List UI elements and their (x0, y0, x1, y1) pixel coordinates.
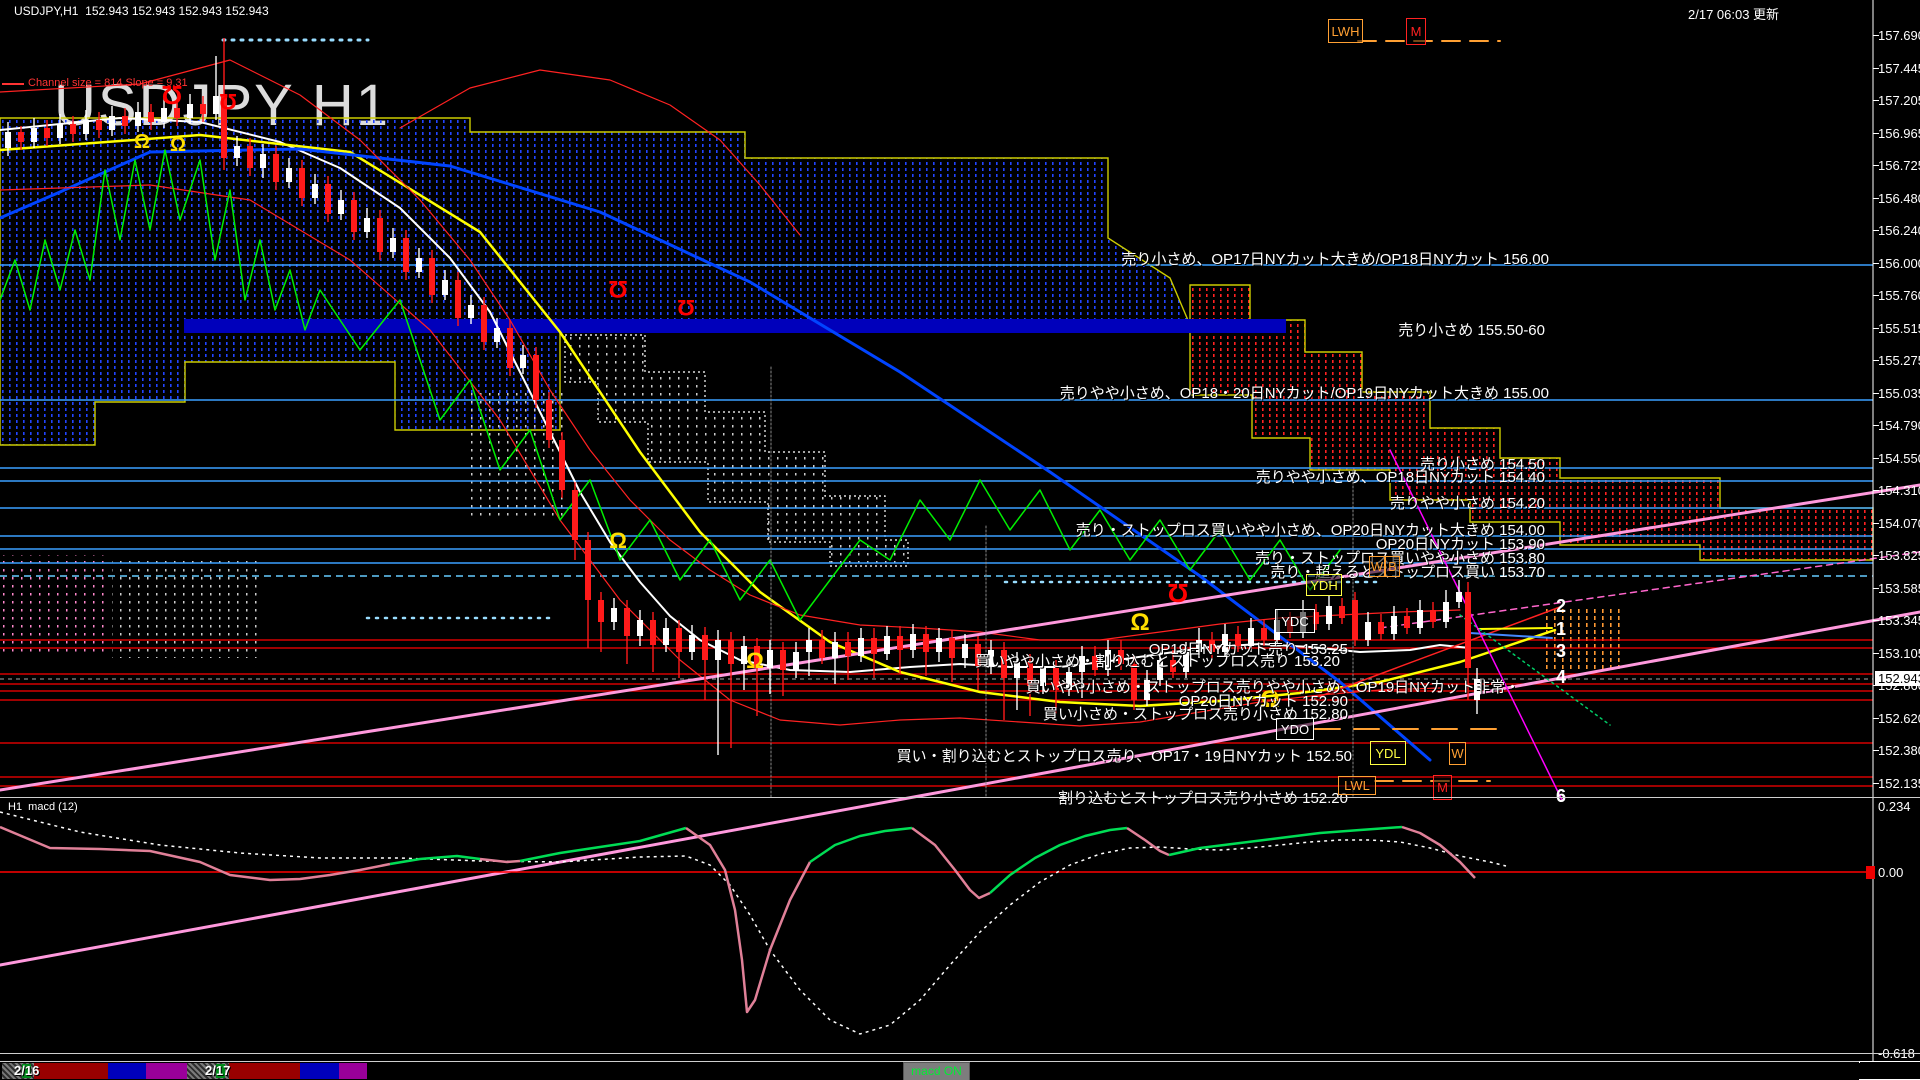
price-annotation: 売りやや小さめ、OP18・20日NYカット/OP19日NYカット大きめ 155.… (1060, 382, 1549, 403)
price-axis-tick (1873, 165, 1879, 166)
price-axis-tick (1873, 620, 1879, 621)
price-axis-label: 156.240 (1878, 223, 1920, 238)
channel-line-number: 4 (1556, 667, 1566, 688)
timeline-date-label: 2/16 (14, 1063, 39, 1078)
price-axis-tick (1873, 198, 1879, 199)
price-axis-label: 157.445 (1878, 61, 1920, 76)
timeline-segment (34, 1063, 108, 1079)
timeline-segment (300, 1063, 339, 1079)
marker-box-ydh[interactable]: YDH (1306, 574, 1342, 596)
marker-box-m[interactable]: M (1406, 18, 1426, 45)
channel-line-number: 3 (1556, 641, 1566, 662)
marker-box-ydl[interactable]: YDL (1370, 741, 1406, 765)
svg-text:Ω: Ω (1130, 609, 1149, 636)
price-axis-tick (1873, 230, 1879, 231)
macd-axis-label: 0.00 (1878, 865, 1903, 880)
price-axis-tick (1873, 133, 1879, 134)
price-annotation: 売り小さめ 155.50-60 (1398, 319, 1545, 340)
svg-text:Ω: Ω (219, 89, 237, 114)
timeline-segment (146, 1063, 187, 1079)
macd-axis-label: 0.234 (1878, 799, 1911, 814)
price-axis-label: 155.515 (1878, 321, 1920, 336)
price-axis-tick (1873, 68, 1879, 69)
price-axis-tick (1873, 100, 1879, 101)
price-axis-label: 155.035 (1878, 386, 1920, 401)
bottom-divider-1 (0, 1053, 1920, 1054)
svg-text:Ω: Ω (1168, 578, 1189, 608)
svg-text:Ω: Ω (170, 134, 186, 156)
price-axis-tick (1873, 328, 1879, 329)
svg-text:Ω: Ω (746, 648, 764, 673)
svg-text:Ω: Ω (609, 528, 627, 553)
price-axis-tick (1873, 490, 1879, 491)
price-axis-tick (1873, 555, 1879, 556)
price-axis-tick (1873, 458, 1879, 459)
price-axis-label: 153.585 (1878, 581, 1920, 596)
price-axis-tick (1873, 523, 1879, 524)
price-axis-label: 152.380 (1878, 743, 1920, 758)
price-axis-tick (1873, 393, 1879, 394)
price-axis-tick (1873, 360, 1879, 361)
symbol-ohlc-readout: USDJPY,H1 152.943 152.943 152.943 152.94… (14, 4, 269, 18)
price-annotation: 買いやや小さめ・割り込むとストップロス売り 153.20 (975, 650, 1340, 671)
price-axis-label: 154.070 (1878, 516, 1920, 531)
price-axis-tick (1873, 295, 1879, 296)
macd-pane-divider (0, 797, 1920, 798)
marker-box-lwh[interactable]: LWH (1328, 19, 1363, 43)
current-price-label: 152.943 (1875, 671, 1920, 686)
price-axis-label: 154.310 (1878, 483, 1920, 498)
marker-box-w[interactable]: W (1369, 556, 1385, 577)
price-axis-label: 153.345 (1878, 613, 1920, 628)
price-axis-tick (1873, 718, 1879, 719)
price-annotation: 買い・割り込むとストップロス売り、OP17・19日NYカット 152.50 (897, 745, 1352, 766)
price-axis-label: 154.790 (1878, 418, 1920, 433)
macd-plot (0, 812, 1873, 1034)
price-axis-label: 154.550 (1878, 451, 1920, 466)
price-axis-tick (1873, 425, 1879, 426)
svg-text:Ω: Ω (677, 295, 695, 320)
price-axis-label: 155.275 (1878, 353, 1920, 368)
marker-box-ydo[interactable]: YDO (1276, 718, 1314, 740)
price-axis-label: 153.825 (1878, 548, 1920, 563)
price-axis-tick (1873, 263, 1879, 264)
price-axis-label: 155.760 (1878, 288, 1920, 303)
macd-zero-axis-marker (1866, 866, 1875, 879)
price-axis-label: 157.205 (1878, 93, 1920, 108)
price-axis-tick (1873, 588, 1879, 589)
marker-box-w[interactable]: W (1449, 742, 1466, 765)
macd-toggle-button[interactable]: macd ON (903, 1062, 970, 1080)
price-axis-tick (1873, 35, 1879, 36)
price-axis-tick (1873, 750, 1879, 751)
price-annotation: 売りやや小さめ、OP18日NYカット 154.40 (1256, 466, 1545, 487)
price-axis-label: 156.000 (1878, 256, 1920, 271)
price-axis-tick (1873, 783, 1879, 784)
timeline-segment (339, 1063, 367, 1079)
marker-box-lwl[interactable]: LWL (1338, 776, 1376, 795)
last-update-time: 2/17 06:03 更新 (1688, 4, 1779, 23)
marker-box-ydc[interactable]: YDC (1275, 609, 1315, 633)
macd-indicator-label: H1 macd (12) (8, 801, 78, 813)
price-axis-tick (1873, 653, 1879, 654)
price-annotation: 売りやや小さめ 154.20 (1390, 492, 1545, 513)
price-axis-label: 152.620 (1878, 711, 1920, 726)
price-annotation: 売り小さめ、OP17日NYカット大きめ/OP18日NYカット 156.00 (1121, 248, 1549, 269)
svg-text:Ω: Ω (608, 275, 627, 302)
channel-info-label: Channel size = 814 Slope = 9.31 (28, 77, 188, 89)
chart-canvas[interactable]: ΩΩΩΩΩΩΩΩΩΩΩ (0, 0, 1920, 1080)
price-axis-label: 153.105 (1878, 646, 1920, 661)
svg-text:Ω: Ω (134, 131, 150, 153)
price-axis-label: 156.725 (1878, 158, 1920, 173)
marker-box-b[interactable]: B (1385, 556, 1400, 577)
channel-line-number: 1 (1556, 619, 1566, 640)
timeline-segment (229, 1063, 300, 1079)
price-axis-label: 156.480 (1878, 191, 1920, 206)
chart-window: USDJPY H1 ΩΩΩΩΩΩΩΩΩΩΩ USDJPY,H1 (0, 0, 1920, 1080)
channel-line-number: 2 (1556, 596, 1566, 617)
price-axis-label: 152.135 (1878, 776, 1920, 791)
price-axis-label: 156.965 (1878, 126, 1920, 141)
timeline-segment (108, 1063, 146, 1079)
timeline-date-label: 2/17 (205, 1063, 230, 1078)
price-axis-label: 157.690 (1878, 28, 1920, 43)
